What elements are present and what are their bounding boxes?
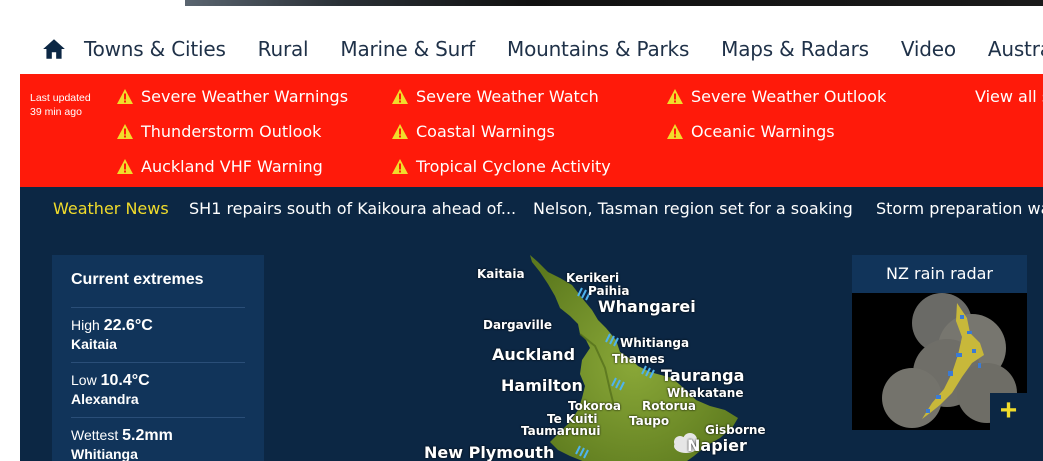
last-updated: Last updated 39 min ago [30, 91, 91, 119]
warning-triangle-icon [117, 89, 133, 104]
map-place-napier[interactable]: Napier [687, 436, 747, 455]
nz-weather-map[interactable]: Kaitaia Kerikeri Paihia Whangarei Dargav… [410, 250, 810, 461]
view-all-warnings-link[interactable]: View all s [975, 87, 1043, 106]
extreme-place: Alexandra [71, 391, 139, 407]
map-place-kaitaia[interactable]: Kaitaia [477, 267, 525, 281]
extreme-wettest[interactable]: Wettest 5.2mm Whitianga [71, 427, 173, 461]
extreme-value: 22.6°C [103, 317, 153, 334]
warning-triangle-icon [392, 159, 408, 174]
warning-triangle-icon [667, 124, 683, 139]
warning-label: Thunderstorm Outlook [141, 122, 322, 141]
warning-tropical-cyclone[interactable]: Tropical Cyclone Activity [392, 157, 611, 176]
nav-mountains-parks[interactable]: Mountains & Parks [507, 37, 689, 61]
warning-triangle-icon [392, 124, 408, 139]
extreme-label: Wettest [71, 427, 119, 443]
news-ticker: Weather News SH1 repairs south of Kaikou… [20, 187, 1043, 230]
warning-label: Severe Weather Warnings [141, 87, 349, 106]
warning-auckland-vhf[interactable]: Auckland VHF Warning [117, 157, 323, 176]
warning-label: Tropical Cyclone Activity [416, 157, 611, 176]
extreme-low[interactable]: Low 10.4°C Alexandra [71, 372, 150, 407]
warning-label: Auckland VHF Warning [141, 157, 323, 176]
warnings-bar: Last updated 39 min ago Severe Weather W… [20, 74, 1043, 187]
extreme-place: Kaitaia [71, 336, 117, 352]
map-place-whitianga[interactable]: Whitianga [620, 336, 689, 350]
news-headline[interactable]: SH1 repairs south of Kaikoura ahead of..… [189, 199, 516, 218]
news-headline[interactable]: Storm preparation wa [876, 199, 1043, 218]
map-place-tokoroa[interactable]: Tokoroa [568, 399, 621, 413]
divider [71, 362, 245, 363]
warning-oceanic-warnings[interactable]: Oceanic Warnings [667, 122, 835, 141]
map-place-dargaville[interactable]: Dargaville [483, 318, 552, 332]
map-place-gisborne[interactable]: Gisborne [705, 423, 766, 437]
nav-video[interactable]: Video [901, 37, 956, 61]
panel-title: Current extremes [71, 271, 204, 288]
last-updated-label: Last updated [30, 92, 91, 104]
last-updated-time: 39 min ago [30, 106, 82, 118]
warning-triangle-icon [117, 159, 133, 174]
main-nav: Towns & Cities Rural Marine & Surf Mount… [20, 23, 1043, 74]
map-place-kerikeri[interactable]: Kerikeri [566, 271, 619, 285]
warning-coastal-warnings[interactable]: Coastal Warnings [392, 122, 555, 141]
extreme-value: 5.2mm [122, 427, 173, 444]
warning-triangle-icon [392, 89, 408, 104]
weather-news-label[interactable]: Weather News [53, 199, 169, 218]
radar-title: NZ rain radar [852, 255, 1027, 293]
map-place-auckland[interactable]: Auckland [492, 345, 575, 364]
expand-radar-button[interactable]: + [990, 393, 1027, 430]
map-place-taupo[interactable]: Taupo [629, 414, 669, 428]
nav-australia[interactable]: Australia [988, 37, 1043, 61]
map-place-hamilton[interactable]: Hamilton [501, 376, 583, 395]
nav-marine-surf[interactable]: Marine & Surf [340, 37, 475, 61]
warning-label: Severe Weather Watch [416, 87, 599, 106]
map-place-taumarunui[interactable]: Taumarunui [521, 424, 601, 438]
news-headline[interactable]: Nelson, Tasman region set for a soaking [533, 199, 853, 218]
current-extremes-panel: Current extremes High 22.6°C Kaitaia Low… [52, 255, 264, 461]
divider [71, 307, 245, 308]
map-place-tauranga[interactable]: Tauranga [661, 366, 744, 385]
warning-thunderstorm-outlook[interactable]: Thunderstorm Outlook [117, 122, 321, 141]
map-place-rotorua[interactable]: Rotorua [642, 399, 696, 413]
radar-image[interactable]: + [852, 293, 1027, 430]
header-image [185, 0, 1043, 6]
extreme-value: 10.4°C [100, 372, 150, 389]
main-dashboard: Current extremes High 22.6°C Kaitaia Low… [20, 230, 1043, 461]
map-place-whangarei[interactable]: Whangarei [598, 297, 696, 316]
home-icon[interactable] [41, 23, 67, 74]
warning-label: Coastal Warnings [416, 122, 555, 141]
warning-severe-weather-watch[interactable]: Severe Weather Watch [392, 87, 599, 106]
nav-maps-radars[interactable]: Maps & Radars [721, 37, 869, 61]
divider [71, 417, 245, 418]
map-place-paihia[interactable]: Paihia [588, 284, 629, 298]
warning-triangle-icon [117, 124, 133, 139]
warning-label: Oceanic Warnings [691, 122, 835, 141]
extreme-place: Whitianga [71, 446, 138, 461]
warning-severe-weather-warnings[interactable]: Severe Weather Warnings [117, 87, 348, 106]
extreme-high[interactable]: High 22.6°C Kaitaia [71, 317, 153, 352]
warning-severe-weather-outlook[interactable]: Severe Weather Outlook [667, 87, 886, 106]
nz-rain-radar-panel[interactable]: NZ rain radar + [852, 255, 1027, 431]
nav-towns-cities[interactable]: Towns & Cities [84, 37, 226, 61]
warning-triangle-icon [667, 89, 683, 104]
map-place-whakatane[interactable]: Whakatane [667, 386, 743, 400]
warning-label: Severe Weather Outlook [691, 87, 887, 106]
extreme-label: Low [71, 372, 97, 388]
nav-rural[interactable]: Rural [258, 37, 309, 61]
extreme-label: High [71, 317, 100, 333]
map-place-new-plymouth[interactable]: New Plymouth [424, 443, 554, 461]
map-place-thames[interactable]: Thames [612, 352, 665, 366]
